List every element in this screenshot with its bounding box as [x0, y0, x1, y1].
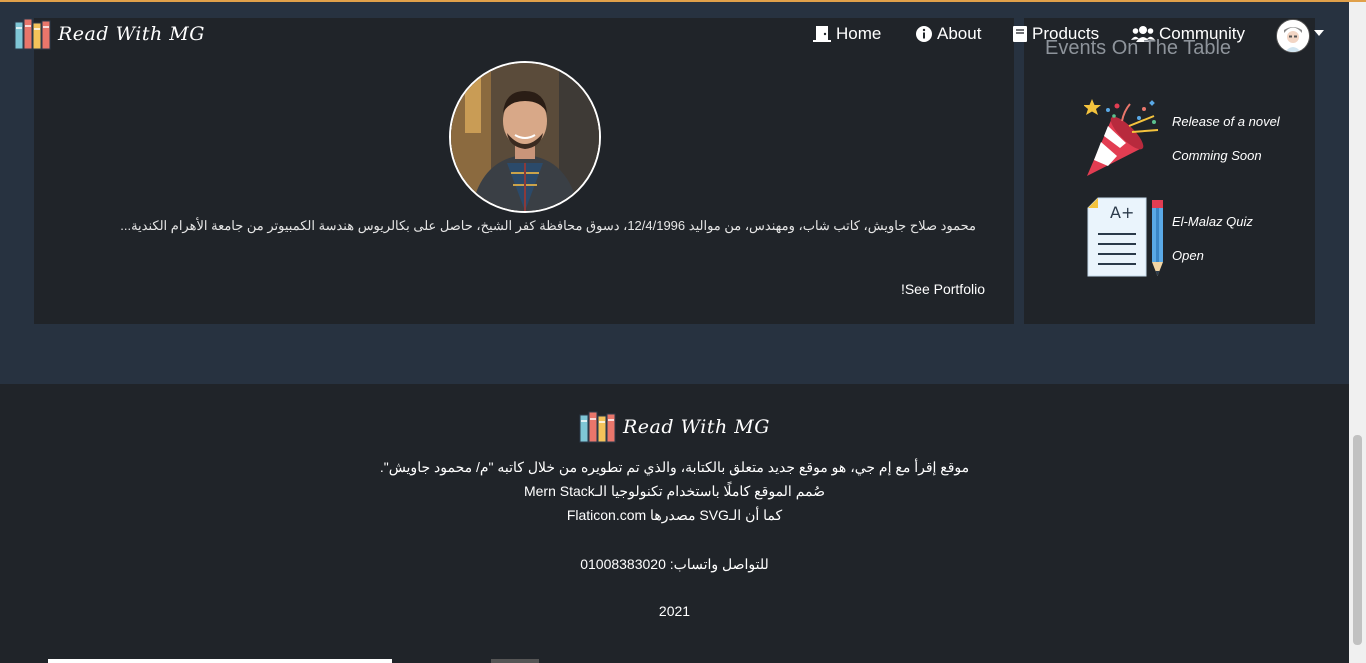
books-icon — [14, 18, 51, 50]
profile-bio: محمود صلاح جاويش، كاتب شاب، ومهندس، من م… — [120, 218, 976, 233]
footer-brand-logo[interactable]: Read With MG — [579, 411, 770, 443]
footer-year: 2021 — [658, 603, 691, 619]
event-1-title: Release of a novel — [1172, 114, 1280, 129]
brand-logo-link[interactable]: Read With MG — [14, 18, 205, 50]
event-1-status: Comming Soon — [1172, 148, 1262, 163]
event-2-title: El-Malaz Quiz — [1172, 214, 1253, 229]
nav-about-link[interactable]: About — [915, 24, 981, 44]
horizontal-scrollbar-segment — [491, 659, 539, 663]
footer-svg-credit: كما أن الـSVG مصدرها Flaticon.com — [566, 507, 783, 523]
scrollbar-thumb[interactable] — [1353, 435, 1362, 645]
portfolio-link[interactable]: !See Portfolio — [880, 281, 985, 297]
nav-home-link[interactable]: Home — [812, 24, 881, 44]
horizontal-scrollbar[interactable] — [48, 659, 392, 663]
chevron-down-icon[interactable] — [1314, 30, 1324, 36]
nav-home-label: Home — [836, 24, 882, 43]
footer-brand-name: Read With MG — [623, 416, 770, 438]
profile-portrait-image — [451, 63, 599, 211]
books-icon — [579, 411, 616, 443]
footer-contact: للتواصل واتساب: 01008383020 — [580, 556, 769, 572]
user-avatar-button[interactable] — [1276, 19, 1310, 53]
nav-about-label: About — [937, 24, 982, 43]
svg-text:A+: A+ — [1110, 203, 1134, 222]
events-title: Events On The Table — [1045, 37, 1232, 59]
party-popper-icon — [1084, 99, 1159, 176]
door-icon — [813, 26, 831, 42]
quiz-paper-icon: A+ — [1087, 197, 1163, 277]
brand-name: Read With MG — [58, 23, 205, 45]
info-icon — [916, 26, 932, 42]
footer-tech-stack: صُمم الموقع كاملًا باستخدام تكنولوجيا ال… — [523, 483, 825, 499]
footer-description: موقع إقرأ مع إم جي، هو موقع جديد متعلق ب… — [379, 459, 970, 475]
book-icon — [1013, 26, 1027, 42]
event-2-status: Open — [1172, 248, 1204, 263]
profile-photo — [449, 61, 601, 213]
avatar-icon — [1277, 20, 1309, 52]
vertical-scrollbar[interactable] — [1349, 2, 1366, 663]
